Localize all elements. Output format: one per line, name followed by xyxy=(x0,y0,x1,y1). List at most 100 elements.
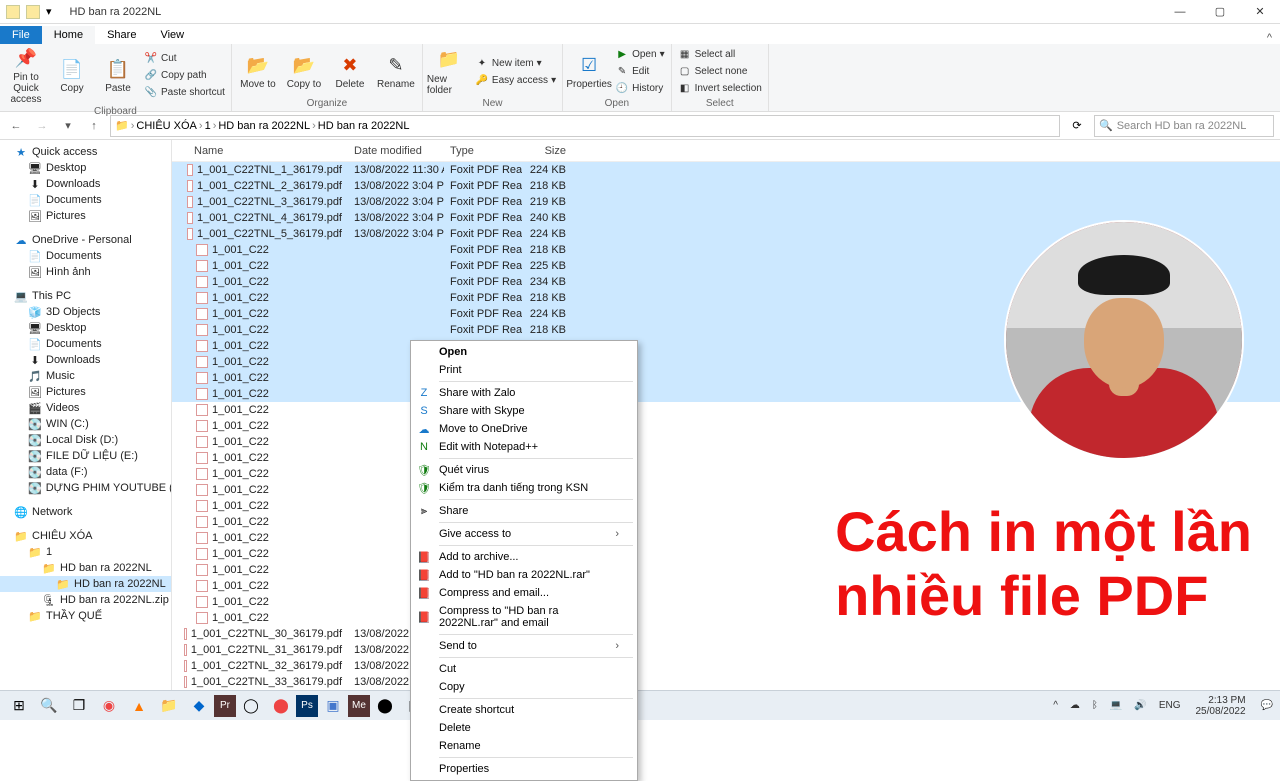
cut-button[interactable]: ✂️Cut xyxy=(142,51,227,67)
file-row[interactable]: 1_001_C22TNL_2_36179.pdf13/08/2022 3:04 … xyxy=(172,178,1280,194)
nav-pc-downloads[interactable]: ⬇Downloads xyxy=(0,352,171,368)
nav-network[interactable]: 🌐Network xyxy=(0,504,171,520)
ctx-rename[interactable]: Rename xyxy=(411,737,637,755)
ctx-compress-rar-email[interactable]: 📕Compress to "HD ban ra 2022NL.rar" and … xyxy=(411,602,637,632)
search-icon[interactable]: 🔍 xyxy=(34,692,64,720)
tab-home[interactable]: Home xyxy=(42,26,95,44)
nav-desktop[interactable]: 🖥Desktop xyxy=(0,160,171,176)
nav-hd-zip[interactable]: 🗜HD ban ra 2022NL.zip xyxy=(0,592,171,608)
copy-to-button[interactable]: 📂Copy to xyxy=(282,46,326,97)
column-type[interactable]: Type xyxy=(444,145,522,157)
nav-pc-desktop[interactable]: 🖥Desktop xyxy=(0,320,171,336)
ctx-edit-notepad[interactable]: NEdit with Notepad++ xyxy=(411,438,637,456)
tray-onedrive-icon[interactable]: ☁ xyxy=(1067,700,1083,711)
tab-file[interactable]: File xyxy=(0,26,42,44)
breadcrumb[interactable]: 📁› CHIÊU XÓA› 1› HD ban ra 2022NL› HD ba… xyxy=(110,115,1060,137)
task-view-icon[interactable]: ❐ xyxy=(64,692,94,720)
nav-pc-documents[interactable]: 📄Documents xyxy=(0,336,171,352)
taskbar-app[interactable]: ◆ xyxy=(184,692,214,720)
ribbon-collapse-icon[interactable]: ^ xyxy=(1259,32,1280,44)
tray-language[interactable]: ENG xyxy=(1156,700,1184,711)
delete-button[interactable]: ✖Delete xyxy=(328,46,372,97)
nav-folder-1[interactable]: 📁1 xyxy=(0,544,171,560)
file-row[interactable]: 1_001_C22TNL_3_36179.pdf13/08/2022 3:04 … xyxy=(172,194,1280,210)
nav-quick-access[interactable]: ★Quick access xyxy=(0,144,171,160)
nav-drive-e[interactable]: 💽FILE DỮ LIỆU (E:) xyxy=(0,448,171,464)
nav-drive-f[interactable]: 💽data (F:) xyxy=(0,464,171,480)
nav-pc-pictures[interactable]: 🖼Pictures xyxy=(0,384,171,400)
close-button[interactable]: ✕ xyxy=(1240,0,1280,24)
taskbar-app[interactable]: Ps xyxy=(296,695,318,717)
copy-button[interactable]: 📄Copy xyxy=(50,46,94,105)
new-item-button[interactable]: ✦New item ▾ xyxy=(473,55,558,71)
refresh-button[interactable]: ⟳ xyxy=(1066,119,1088,132)
ctx-compress-email[interactable]: 📕Compress and email... xyxy=(411,584,637,602)
ctx-move-onedrive[interactable]: ☁Move to OneDrive xyxy=(411,420,637,438)
tray-volume-icon[interactable]: 🔊 xyxy=(1131,700,1149,711)
taskbar-app[interactable]: Me xyxy=(348,695,370,717)
edit-button[interactable]: ✎Edit xyxy=(613,64,667,80)
nav-this-pc[interactable]: 💻This PC xyxy=(0,288,171,304)
ctx-add-archive[interactable]: 📕Add to archive... xyxy=(411,548,637,566)
select-none-button[interactable]: ▢Select none xyxy=(676,64,764,80)
nav-pc-music[interactable]: 🎵Music xyxy=(0,368,171,384)
tab-share[interactable]: Share xyxy=(95,26,148,44)
history-button[interactable]: 🕘History xyxy=(613,81,667,97)
pin-quick-access-button[interactable]: 📌Pin to Quick access xyxy=(4,46,48,105)
nav-hd2[interactable]: 📁HD ban ra 2022NL xyxy=(0,576,171,592)
column-size[interactable]: Size xyxy=(522,145,572,157)
nav-hd1[interactable]: 📁HD ban ra 2022NL xyxy=(0,560,171,576)
file-row[interactable]: 1_001_C22TNL_33_36179.pdf13/08/2022 2:59… xyxy=(172,674,1280,690)
easy-access-button[interactable]: 🔑Easy access ▾ xyxy=(473,72,558,88)
chevron-down-icon[interactable]: ▾ xyxy=(46,5,52,18)
file-row[interactable]: 1_001_C22Foxit PDF Reader ...218 KB xyxy=(172,466,1280,482)
file-row[interactable]: 1_001_C22TNL_31_36179.pdf13/08/2022 2:59… xyxy=(172,642,1280,658)
select-all-button[interactable]: ▦Select all xyxy=(676,47,764,63)
tray-notifications-icon[interactable]: 💬 xyxy=(1258,700,1276,711)
search-input[interactable]: 🔍 Search HD ban ra 2022NL xyxy=(1094,115,1274,137)
open-button[interactable]: ▶Open ▾ xyxy=(613,47,667,63)
nav-od-images[interactable]: 🖼Hình ảnh xyxy=(0,264,171,280)
move-to-button[interactable]: 📂Move to xyxy=(236,46,280,97)
nav-pictures[interactable]: 🖼Pictures xyxy=(0,208,171,224)
paste-button[interactable]: 📋Paste xyxy=(96,46,140,105)
ctx-cut[interactable]: Cut xyxy=(411,660,637,678)
qat-icon[interactable] xyxy=(26,5,40,19)
ctx-create-shortcut[interactable]: Create shortcut xyxy=(411,701,637,719)
column-date[interactable]: Date modified xyxy=(348,145,444,157)
nav-od-documents[interactable]: 📄Documents xyxy=(0,248,171,264)
nav-chieu-xoa[interactable]: 📁CHIÊU XÓA xyxy=(0,528,171,544)
nav-onedrive[interactable]: ☁OneDrive - Personal xyxy=(0,232,171,248)
paste-shortcut-button[interactable]: 📎Paste shortcut xyxy=(142,85,227,101)
start-button[interactable]: ⊞ xyxy=(4,692,34,720)
file-row[interactable]: 1_001_C22Foxit PDF Reader ...218 KB xyxy=(172,482,1280,498)
nav-3d-objects[interactable]: 🧊3D Objects xyxy=(0,304,171,320)
forward-button[interactable]: → xyxy=(32,116,52,136)
ctx-print[interactable]: Print xyxy=(411,361,637,379)
properties-button[interactable]: ☑Properties xyxy=(567,46,611,97)
taskbar-app[interactable]: ◉ xyxy=(94,692,124,720)
tray-bluetooth-icon[interactable]: ᛒ xyxy=(1089,700,1101,711)
new-folder-button[interactable]: 📁New folder xyxy=(427,46,471,97)
ctx-add-rar[interactable]: 📕Add to "HD ban ra 2022NL.rar" xyxy=(411,566,637,584)
recent-button[interactable]: ▾ xyxy=(58,116,78,136)
ctx-give-access[interactable]: Give access to› xyxy=(411,525,637,543)
file-row[interactable]: 1_001_C22TNL_1_36179.pdf13/08/2022 11:30… xyxy=(172,162,1280,178)
copy-path-button[interactable]: 🔗Copy path xyxy=(142,68,227,84)
ctx-send-to[interactable]: Send to› xyxy=(411,637,637,655)
nav-thay-que[interactable]: 📁THẦY QUẾ xyxy=(0,608,171,624)
ctx-share-skype[interactable]: SShare with Skype xyxy=(411,402,637,420)
ctx-share-zalo[interactable]: ZShare with Zalo xyxy=(411,384,637,402)
minimize-button[interactable]: — xyxy=(1160,0,1200,24)
taskbar-app[interactable]: Pr xyxy=(214,695,236,717)
ctx-scan-virus[interactable]: 🛡Quét virus xyxy=(411,461,637,479)
taskbar-app[interactable]: ⬤ xyxy=(266,692,296,720)
ctx-open[interactable]: Open xyxy=(411,343,637,361)
rename-button[interactable]: ✎Rename xyxy=(374,46,418,97)
taskbar-chrome[interactable]: ◯ xyxy=(236,692,266,720)
ctx-properties[interactable]: Properties xyxy=(411,760,637,778)
ctx-delete[interactable]: Delete xyxy=(411,719,637,737)
nav-documents[interactable]: 📄Documents xyxy=(0,192,171,208)
maximize-button[interactable]: ▢ xyxy=(1200,0,1240,24)
nav-pc-videos[interactable]: 🎬Videos xyxy=(0,400,171,416)
